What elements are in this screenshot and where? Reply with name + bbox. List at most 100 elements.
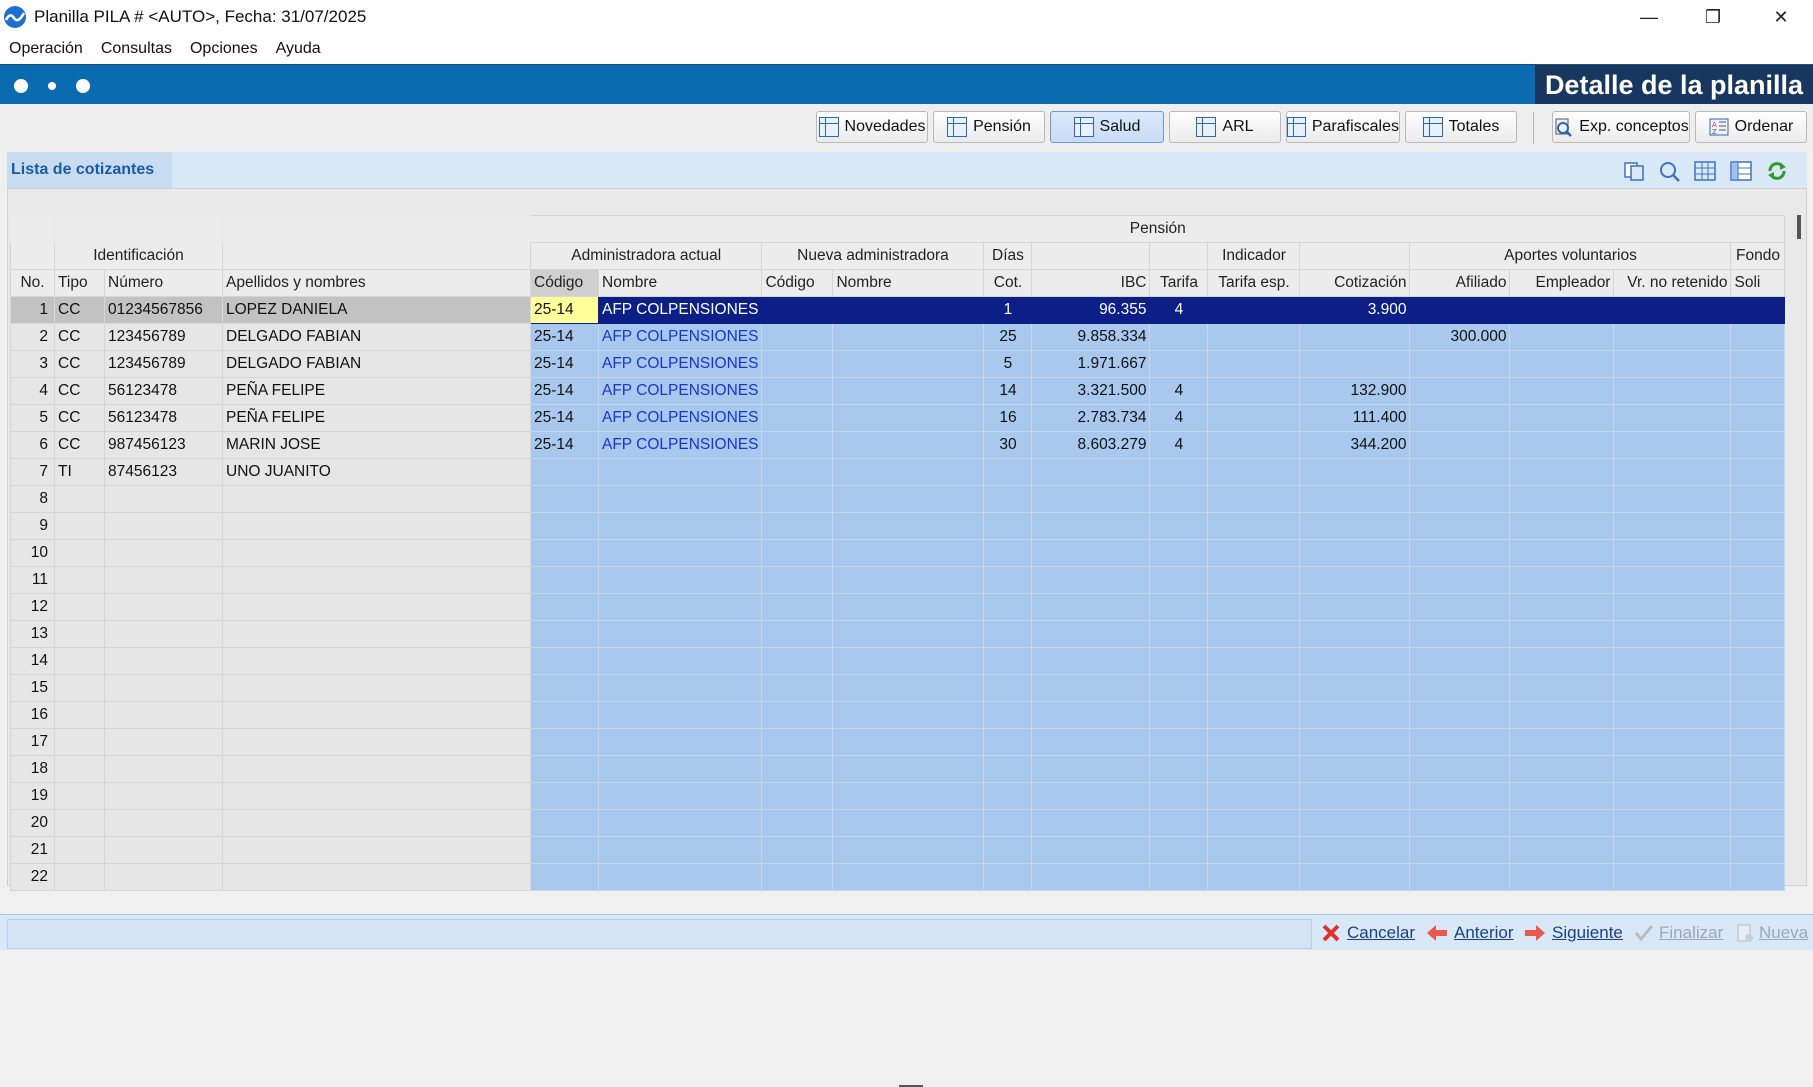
cell-nombre-nueva[interactable] (832, 863, 985, 891)
cell-vr-no-retenido[interactable] (1613, 377, 1732, 405)
cell-nombre-nueva[interactable] (832, 593, 985, 621)
cell-codigo-actual[interactable] (530, 755, 599, 783)
cell-empleador[interactable] (1509, 377, 1615, 405)
cell-vr-no-retenido[interactable] (1613, 323, 1732, 351)
col-numero[interactable]: Número (104, 269, 223, 297)
table-row[interactable]: 15 (10, 674, 1786, 702)
cell-cotizacion[interactable]: 132.900 (1299, 377, 1411, 405)
col-no[interactable]: No. (10, 269, 55, 297)
cell-tipo[interactable] (54, 539, 105, 567)
cell-vr-no-retenido[interactable] (1613, 836, 1732, 864)
cell-codigo-actual[interactable] (530, 593, 599, 621)
table-row[interactable]: 1 CC 01234567856 LOPEZ DANIELA 25-14 AFP COLP… (10, 296, 1786, 324)
cell-vr-no-retenido[interactable] (1613, 620, 1732, 648)
cell-nombre-completo[interactable] (222, 809, 531, 837)
cell-no[interactable]: 6 (10, 431, 55, 459)
cell-numero[interactable] (104, 782, 223, 810)
cell-tarifa-esp[interactable] (1207, 863, 1301, 891)
cell-empleador[interactable] (1509, 674, 1615, 702)
cell-tipo[interactable]: CC (54, 350, 105, 378)
cell-tipo[interactable] (54, 593, 105, 621)
exp-conceptos-button[interactable]: Exp. conceptos (1552, 111, 1690, 143)
cell-nombre-nueva[interactable] (832, 755, 985, 783)
table-row[interactable]: 19 (10, 782, 1786, 810)
cell-cotizacion[interactable]: 3.900 (1299, 296, 1411, 324)
cell-tipo[interactable]: CC (54, 404, 105, 432)
cell-nombre-actual[interactable] (597, 647, 763, 675)
cell-dias-cot[interactable] (983, 512, 1033, 540)
cell-soli[interactable] (1730, 701, 1786, 729)
cell-cotizacion[interactable]: 344.200 (1299, 431, 1411, 459)
cell-nombre-actual[interactable]: AFP COLPENSIONES (597, 350, 763, 378)
col-afiliado[interactable]: Afiliado (1409, 269, 1511, 297)
cell-ibc[interactable] (1031, 674, 1151, 702)
menu-opciones[interactable]: Opciones (181, 40, 267, 58)
cell-nombre-actual[interactable] (597, 593, 763, 621)
cell-afiliado[interactable] (1409, 485, 1511, 513)
cell-tarifa[interactable] (1149, 485, 1209, 513)
cell-afiliado[interactable] (1409, 539, 1511, 567)
cell-codigo-actual[interactable] (530, 566, 599, 594)
cell-soli[interactable] (1730, 593, 1786, 621)
menu-consultas[interactable]: Consultas (92, 40, 181, 58)
cell-dias-cot[interactable] (983, 836, 1033, 864)
arl-button[interactable]: ARL (1169, 111, 1281, 143)
table-row[interactable]: 14 (10, 647, 1786, 675)
cell-tipo[interactable] (54, 566, 105, 594)
cell-nombre-nueva[interactable] (832, 296, 985, 324)
cell-tarifa-esp[interactable] (1207, 296, 1301, 324)
cell-no[interactable]: 17 (10, 728, 55, 756)
cell-nombre-actual[interactable] (597, 458, 763, 486)
cell-no[interactable]: 3 (10, 350, 55, 378)
col-cot[interactable]: Cot. (983, 269, 1033, 297)
cell-codigo-actual[interactable] (530, 836, 599, 864)
table-row[interactable]: 4 CC 56123478 PEÑA FELIPE 25-14 AFP COLPENSIO… (10, 377, 1786, 405)
cell-numero[interactable]: 87456123 (104, 458, 223, 486)
cell-no[interactable]: 5 (10, 404, 55, 432)
cell-codigo-actual[interactable]: 25-14 (530, 377, 599, 405)
cell-nombre-nueva[interactable] (832, 431, 985, 459)
cell-tarifa[interactable] (1149, 836, 1209, 864)
cell-dias-cot[interactable]: 1 (983, 296, 1033, 324)
cell-cotizacion[interactable] (1299, 458, 1411, 486)
cell-nombre-completo[interactable] (222, 755, 531, 783)
cell-nombre-nueva[interactable] (832, 539, 985, 567)
cell-tarifa[interactable] (1149, 809, 1209, 837)
cell-nombre-completo[interactable]: DELGADO FABIAN (222, 350, 531, 378)
cell-tarifa[interactable]: 4 (1149, 296, 1209, 324)
cell-ibc[interactable] (1031, 863, 1151, 891)
restore-button[interactable]: ❐ (1681, 0, 1745, 34)
cell-soli[interactable] (1730, 755, 1786, 783)
cell-soli[interactable] (1730, 836, 1786, 864)
cell-vr-no-retenido[interactable] (1613, 458, 1732, 486)
col-ibc[interactable]: IBC (1031, 269, 1151, 297)
cell-ibc[interactable]: 1.971.667 (1031, 350, 1151, 378)
cell-cotizacion[interactable] (1299, 728, 1411, 756)
table-row[interactable]: 9 (10, 512, 1786, 540)
cell-codigo-nueva[interactable] (761, 350, 834, 378)
cell-vr-no-retenido[interactable] (1613, 296, 1732, 324)
cell-nombre-actual[interactable] (597, 836, 763, 864)
cell-empleador[interactable] (1509, 809, 1615, 837)
cell-nombre-actual[interactable]: AFP COLPENSIONES (597, 377, 763, 405)
cell-nombre-nueva[interactable] (832, 647, 985, 675)
cell-tipo[interactable] (54, 620, 105, 648)
cell-afiliado[interactable] (1409, 296, 1511, 324)
cell-nombre-nueva[interactable] (832, 836, 985, 864)
cell-nombre-completo[interactable]: PEÑA FELIPE (222, 404, 531, 432)
cell-nombre-completo[interactable] (222, 674, 531, 702)
cell-tarifa-esp[interactable] (1207, 728, 1301, 756)
cell-codigo-nueva[interactable] (761, 674, 834, 702)
cell-vr-no-retenido[interactable] (1613, 728, 1732, 756)
cell-no[interactable]: 19 (10, 782, 55, 810)
cell-cotizacion[interactable]: 111.400 (1299, 404, 1411, 432)
cell-vr-no-retenido[interactable] (1613, 593, 1732, 621)
siguiente-button[interactable]: Siguiente (1523, 921, 1623, 945)
cell-cotizacion[interactable] (1299, 755, 1411, 783)
cell-afiliado[interactable] (1409, 566, 1511, 594)
cell-nombre-actual[interactable]: AFP COLPENSIONES (597, 431, 763, 459)
cell-no[interactable]: 4 (10, 377, 55, 405)
cell-numero[interactable]: 01234567856 (104, 296, 223, 324)
cell-codigo-actual[interactable] (530, 809, 599, 837)
cell-no[interactable]: 2 (10, 323, 55, 351)
